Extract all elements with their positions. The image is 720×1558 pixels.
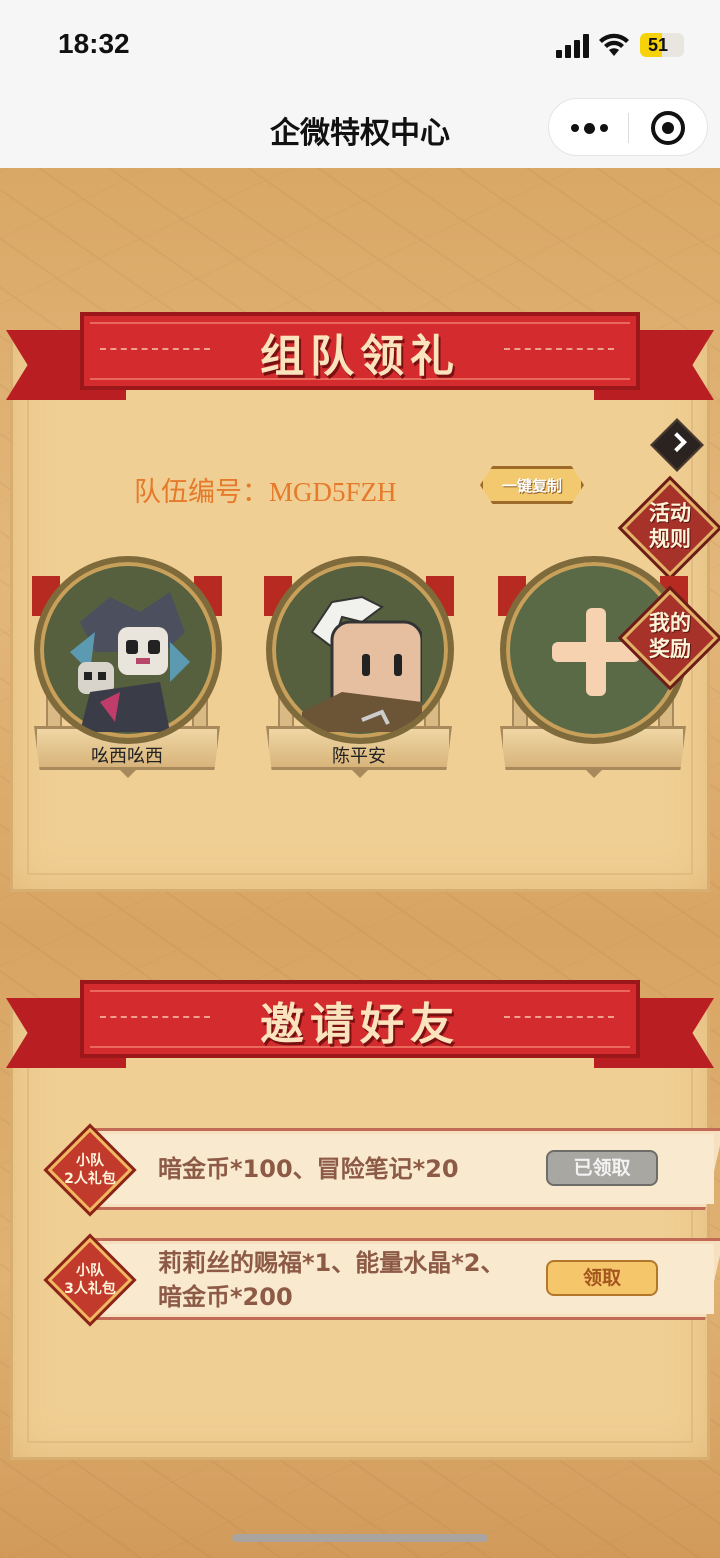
battery-icon: 51: [640, 33, 684, 57]
avatar: [34, 556, 222, 744]
team-heading: 组队领礼: [260, 331, 460, 382]
team-code: 队伍编号：MGD5FZH: [134, 477, 397, 507]
reward-description: 暗金币*100、冒险笔记*20: [158, 1155, 459, 1183]
team-heading-ribbon: 组队领礼: [6, 312, 714, 408]
claimed-button[interactable]: 已领取: [546, 1150, 658, 1186]
status-bar: 18:32 51: [0, 0, 720, 88]
home-indicator[interactable]: [232, 1534, 488, 1542]
team-member-slot[interactable]: 吆西吆西: [32, 556, 224, 778]
member-name: 吆西吆西: [91, 746, 163, 767]
copy-team-code-button[interactable]: 一键复制: [480, 466, 584, 504]
reward-row: 小队 3人礼包 莉莉丝的赐福*1、能量水晶*2、 暗金币*200 领取: [44, 1234, 720, 1324]
capsule-divider: [628, 113, 629, 143]
reward-row: 小队 2人礼包 暗金币*100、冒险笔记*20 已领取: [44, 1124, 720, 1214]
status-time: 18:32: [58, 28, 130, 59]
claim-button[interactable]: 领取: [546, 1260, 658, 1296]
invite-heading: 邀请好友: [260, 999, 460, 1050]
member-name: 陈平安: [332, 746, 386, 767]
more-icon[interactable]: [567, 113, 611, 143]
hero-avatar-icon: [302, 595, 422, 732]
skull-warrior-avatar-icon: [70, 592, 190, 732]
wifi-icon: [599, 33, 629, 56]
battery-level: 51: [647, 35, 669, 55]
nav-bar: 企微特权中心: [0, 88, 720, 168]
cellular-signal-icon: [556, 34, 589, 58]
team-member-slot[interactable]: 陈平安: [264, 556, 456, 778]
reward-tag: 小队 3人礼包: [47, 1237, 133, 1323]
invite-heading-ribbon: 邀请好友: [6, 980, 714, 1076]
close-mini-program-icon[interactable]: [651, 111, 685, 145]
mini-program-capsule: [548, 98, 708, 156]
reward-tag: 小队 2人礼包: [47, 1127, 133, 1213]
reward-description: 莉莉丝的赐福*1、能量水晶*2、 暗金币*200: [158, 1249, 505, 1311]
my-rewards-button[interactable]: 我的 奖励: [621, 589, 719, 687]
avatar: [266, 556, 454, 744]
